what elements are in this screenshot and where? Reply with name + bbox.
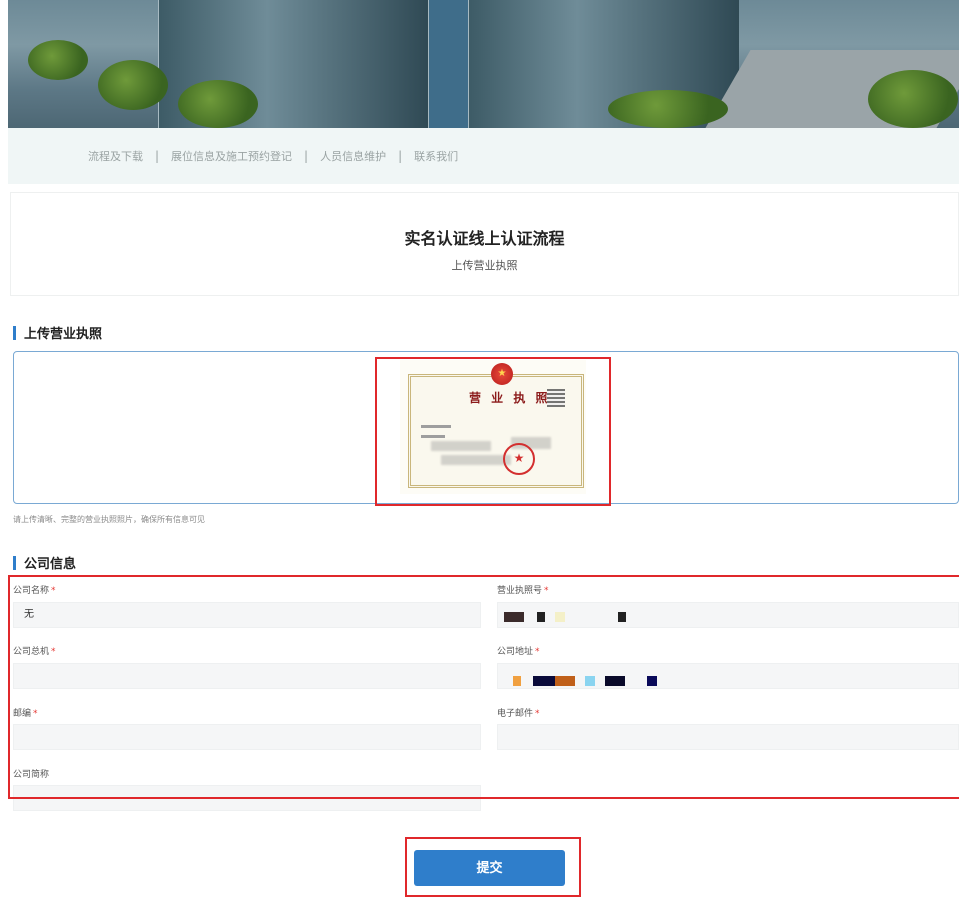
- upload-section-heading: 上传营业执照: [13, 323, 102, 342]
- submit-button[interactable]: 提交: [414, 850, 565, 886]
- redacted-block: [441, 455, 511, 465]
- page-subtitle: 上传营业执照: [451, 259, 518, 272]
- header-banner-image: [8, 0, 959, 128]
- redacted-block: [537, 612, 545, 622]
- heading-accent-bar: [13, 325, 16, 340]
- redacted-block: [533, 676, 555, 686]
- license-text-line: [421, 435, 445, 438]
- company-phone-input[interactable]: [13, 663, 481, 689]
- red-seal-icon: ★: [503, 443, 535, 475]
- redacted-block: [618, 612, 626, 622]
- national-emblem-icon: ★: [491, 363, 513, 385]
- company-name-input[interactable]: 无: [13, 602, 481, 628]
- heading-accent-bar: [13, 555, 16, 570]
- company-section-title: 公司信息: [24, 557, 77, 572]
- tree: [608, 90, 728, 128]
- company-short-name-label: 公司简称: [13, 767, 49, 780]
- label-text: 公司地址: [497, 647, 534, 657]
- email-label: 电子邮件 *: [497, 706, 540, 719]
- company-phone-label: 公司总机 *: [13, 644, 56, 657]
- nav-item-personnel[interactable]: 人员信息维护: [320, 148, 386, 164]
- label-text: 营业执照号: [497, 586, 543, 596]
- license-number-input[interactable]: [497, 602, 959, 628]
- tree: [28, 40, 88, 80]
- redacted-block: [585, 676, 595, 686]
- nav-separator: |: [398, 149, 403, 163]
- qr-code-icon: [547, 389, 565, 407]
- nav-item-contact[interactable]: 联系我们: [414, 148, 458, 164]
- nav-separator: |: [304, 149, 309, 163]
- required-mark: *: [33, 709, 38, 719]
- top-nav: 流程及下载 | 展位信息及施工预约登记 | 人员信息维护 | 联系我们: [8, 128, 959, 184]
- redacted-block: [647, 676, 657, 686]
- tree: [98, 60, 168, 110]
- tree: [868, 70, 958, 128]
- redacted-block: [605, 676, 625, 686]
- building: [428, 0, 469, 128]
- page-title: 实名认证线上认证流程: [404, 229, 565, 248]
- tree: [178, 80, 258, 128]
- required-mark: *: [535, 647, 540, 657]
- title-card: 实名认证线上认证流程 上传营业执照: [10, 192, 959, 296]
- email-input[interactable]: [497, 724, 959, 750]
- label-text: 邮编: [13, 709, 32, 719]
- company-section-heading: 公司信息: [13, 553, 76, 572]
- redacted-block: [555, 676, 575, 686]
- company-short-name-input[interactable]: [13, 785, 481, 811]
- required-mark: *: [535, 709, 540, 719]
- license-number-label: 营业执照号 *: [497, 583, 549, 596]
- required-mark: *: [51, 647, 56, 657]
- label-text: 公司名称: [13, 586, 50, 596]
- label-text: 公司简称: [13, 770, 50, 780]
- company-name-label: 公司名称 *: [13, 583, 56, 596]
- license-text-line: [421, 425, 451, 428]
- business-license-image: ★ 营 业 执 照 ★: [400, 360, 586, 494]
- upload-section-title: 上传营业执照: [24, 327, 103, 342]
- nav-separator: |: [155, 149, 160, 163]
- redacted-block: [555, 612, 565, 622]
- nav-item-process-download[interactable]: 流程及下载: [88, 148, 143, 164]
- label-text: 电子邮件: [497, 709, 534, 719]
- required-mark: *: [544, 586, 549, 596]
- redacted-block: [504, 612, 524, 622]
- required-mark: *: [51, 586, 56, 596]
- nav-item-booth-registration[interactable]: 展位信息及施工预约登记: [171, 148, 292, 164]
- label-text: 公司总机: [13, 647, 50, 657]
- license-frame: ★ 营 业 执 照 ★: [408, 363, 584, 488]
- upload-hint: 请上传清晰、完整的营业执照照片，确保所有信息可见: [13, 515, 205, 524]
- company-address-label: 公司地址 *: [497, 644, 540, 657]
- license-title: 营 业 执 照: [469, 391, 551, 405]
- postal-code-input[interactable]: [13, 724, 481, 750]
- redacted-block: [431, 441, 491, 451]
- redacted-block: [513, 676, 521, 686]
- postal-code-label: 邮编 *: [13, 706, 38, 719]
- license-upload-area[interactable]: ★ 营 业 执 照 ★: [13, 351, 959, 504]
